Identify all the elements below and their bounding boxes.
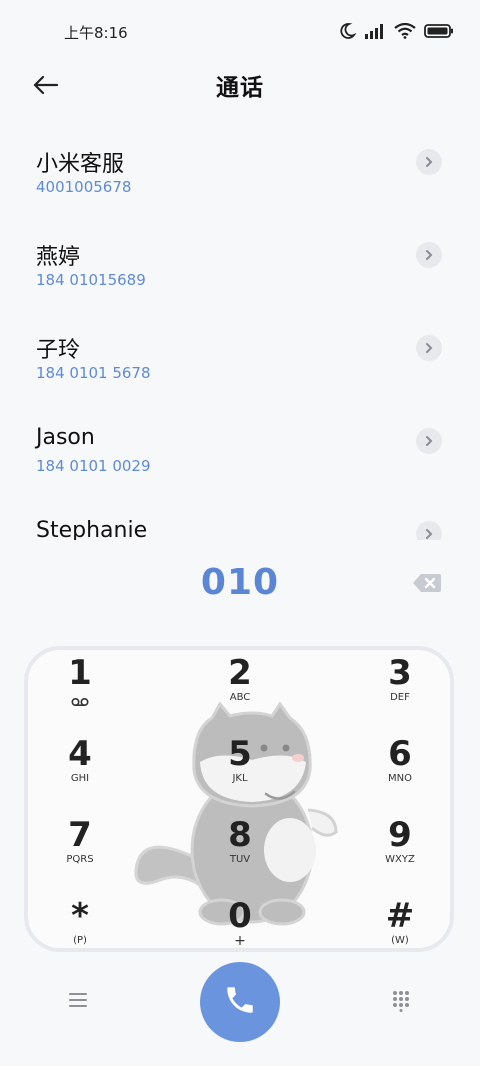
contact-detail-button[interactable] bbox=[416, 242, 442, 268]
contact-item[interactable]: Stephanie bbox=[0, 500, 480, 540]
contact-name: Jason bbox=[36, 425, 95, 450]
key-7[interactable]: 7 PQRS bbox=[20, 812, 140, 892]
call-button[interactable] bbox=[200, 962, 280, 1042]
key-6[interactable]: 6 MNO bbox=[340, 731, 460, 811]
contact-detail-button[interactable] bbox=[416, 335, 442, 361]
battery-icon bbox=[424, 23, 454, 39]
signal-icon bbox=[364, 23, 386, 39]
key-digit: 1 bbox=[68, 653, 92, 693]
key-2[interactable]: 2 ABC bbox=[180, 650, 300, 730]
key-digit: # bbox=[385, 896, 415, 936]
phone-icon bbox=[223, 983, 257, 1021]
key-8[interactable]: 8 TUV bbox=[180, 812, 300, 892]
key-digit: 5 bbox=[228, 734, 252, 774]
chevron-right-icon bbox=[424, 339, 434, 358]
header: 通话 bbox=[0, 62, 480, 122]
chevron-right-icon bbox=[424, 525, 434, 541]
key-digit: 4 bbox=[68, 734, 92, 774]
moon-icon bbox=[338, 22, 356, 40]
key-letters: (P) bbox=[73, 935, 87, 946]
backspace-icon bbox=[412, 574, 442, 598]
contact-detail-button[interactable] bbox=[416, 428, 442, 454]
contact-detail-button[interactable] bbox=[416, 521, 442, 540]
key-1[interactable]: 1 bbox=[20, 650, 140, 730]
key-digit: 7 bbox=[68, 815, 92, 855]
key-3[interactable]: 3 DEF bbox=[340, 650, 460, 730]
dial-input[interactable]: 010 bbox=[0, 562, 480, 603]
contact-number: 4001005678 bbox=[36, 178, 132, 196]
key-letters: + bbox=[234, 933, 246, 949]
contact-name: Stephanie bbox=[36, 518, 148, 540]
dialpad-icon bbox=[392, 990, 410, 1016]
contact-number: 184 01015689 bbox=[36, 271, 146, 289]
contact-name: 子玲 bbox=[36, 338, 81, 363]
status-bar: 上午8:16 bbox=[0, 0, 480, 62]
keypad-toggle-button[interactable] bbox=[386, 988, 416, 1018]
key-digit: * bbox=[71, 896, 89, 936]
key-letters: MNO bbox=[388, 773, 412, 784]
key-digit: 6 bbox=[388, 734, 412, 774]
key-digit: 0 bbox=[228, 896, 252, 936]
key-digit: 8 bbox=[228, 815, 252, 855]
voicemail-icon bbox=[71, 692, 89, 711]
key-digit: 2 bbox=[228, 653, 252, 693]
chevron-right-icon bbox=[424, 246, 434, 265]
contact-number: 184 0101 0029 bbox=[36, 457, 151, 475]
contact-item[interactable]: 小米客服 4001005678 bbox=[0, 128, 480, 221]
key-letters: GHI bbox=[70, 773, 90, 784]
status-time: 上午8:16 bbox=[64, 24, 128, 42]
key-digit: 3 bbox=[388, 653, 412, 693]
key-5[interactable]: 5 JKL bbox=[180, 731, 300, 811]
key-letters: JKL bbox=[232, 773, 248, 784]
backspace-button[interactable] bbox=[412, 572, 442, 594]
contact-list: 小米客服 4001005678 燕婷 184 01015689 子玲 184 0… bbox=[0, 128, 480, 540]
chevron-right-icon bbox=[424, 153, 434, 172]
chevron-right-icon bbox=[424, 432, 434, 451]
bottom-bar bbox=[0, 960, 480, 1066]
key-letters: DEF bbox=[390, 692, 410, 703]
key-letters: TUV bbox=[229, 854, 251, 865]
key-letters: ABC bbox=[229, 692, 251, 703]
key-letters: PQRS bbox=[66, 854, 94, 865]
key-4[interactable]: 4 GHI bbox=[20, 731, 140, 811]
contact-item[interactable]: 子玲 184 0101 5678 bbox=[0, 314, 480, 407]
page-title: 通话 bbox=[216, 75, 264, 101]
key-letters: WXYZ bbox=[385, 854, 415, 865]
contact-detail-button[interactable] bbox=[416, 149, 442, 175]
key-letters: (W) bbox=[391, 935, 409, 946]
wifi-icon bbox=[394, 23, 416, 39]
status-icons bbox=[338, 20, 454, 42]
contact-name: 燕婷 bbox=[36, 245, 81, 270]
contact-name: 小米客服 bbox=[36, 152, 125, 177]
contact-item[interactable]: Jason 184 0101 0029 bbox=[0, 407, 480, 500]
menu-button[interactable] bbox=[64, 990, 92, 1014]
menu-icon bbox=[68, 992, 88, 1012]
key-digit: 9 bbox=[388, 815, 412, 855]
key-9[interactable]: 9 WXYZ bbox=[340, 812, 460, 892]
dial-display: 010 bbox=[0, 556, 480, 616]
contact-item[interactable]: 燕婷 184 01015689 bbox=[0, 221, 480, 314]
contact-number: 184 0101 5678 bbox=[36, 364, 151, 382]
